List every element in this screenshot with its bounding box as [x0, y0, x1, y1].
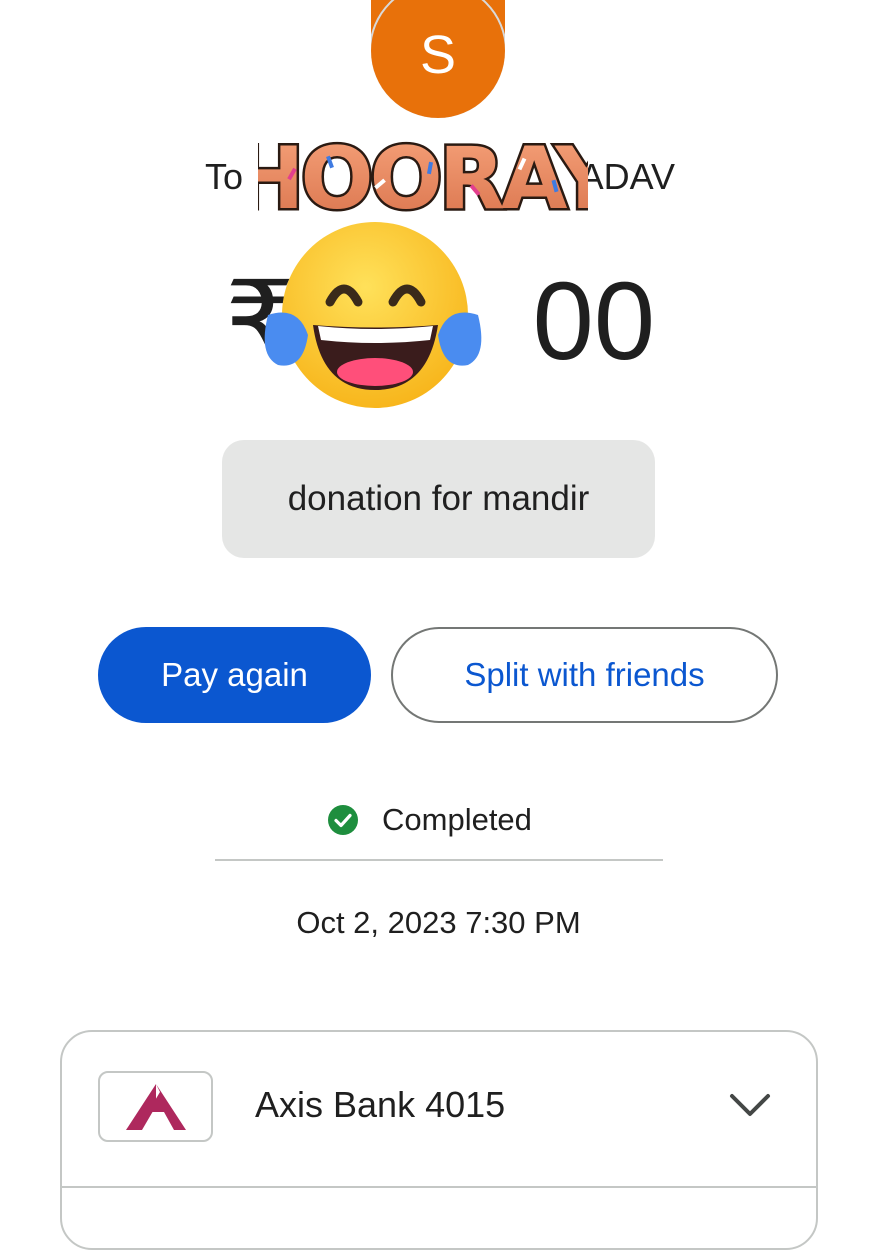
axis-bank-logo: [98, 1071, 213, 1142]
hooray-sticker-text: HOORAY: [258, 129, 588, 228]
divider: [215, 859, 663, 861]
laughing-emoji-icon: [264, 222, 482, 408]
pay-again-button[interactable]: Pay again: [98, 627, 371, 723]
transaction-datetime: Oct 2, 2023 7:30 PM: [296, 905, 581, 940]
bank-account-name: Axis Bank 4015: [255, 1084, 506, 1125]
card-divider: [62, 1186, 816, 1188]
axis-bank-logo-icon: [125, 1083, 186, 1130]
check-circle-icon: [328, 805, 358, 835]
status-row: Completed: [328, 798, 532, 842]
chevron-down-icon[interactable]: [728, 1090, 772, 1120]
split-with-friends-button[interactable]: Split with friends: [391, 627, 778, 723]
recipient-name: ADAV: [579, 156, 675, 197]
payment-note: donation for mandir: [222, 440, 655, 558]
avatar: S: [371, 0, 505, 118]
avatar-initial: S: [419, 25, 457, 85]
hooray-sticker: HOORAY: [258, 128, 588, 228]
status-label: Completed: [382, 802, 532, 837]
amount-value: 00: [532, 260, 655, 383]
recipient-prefix: To: [205, 156, 244, 197]
